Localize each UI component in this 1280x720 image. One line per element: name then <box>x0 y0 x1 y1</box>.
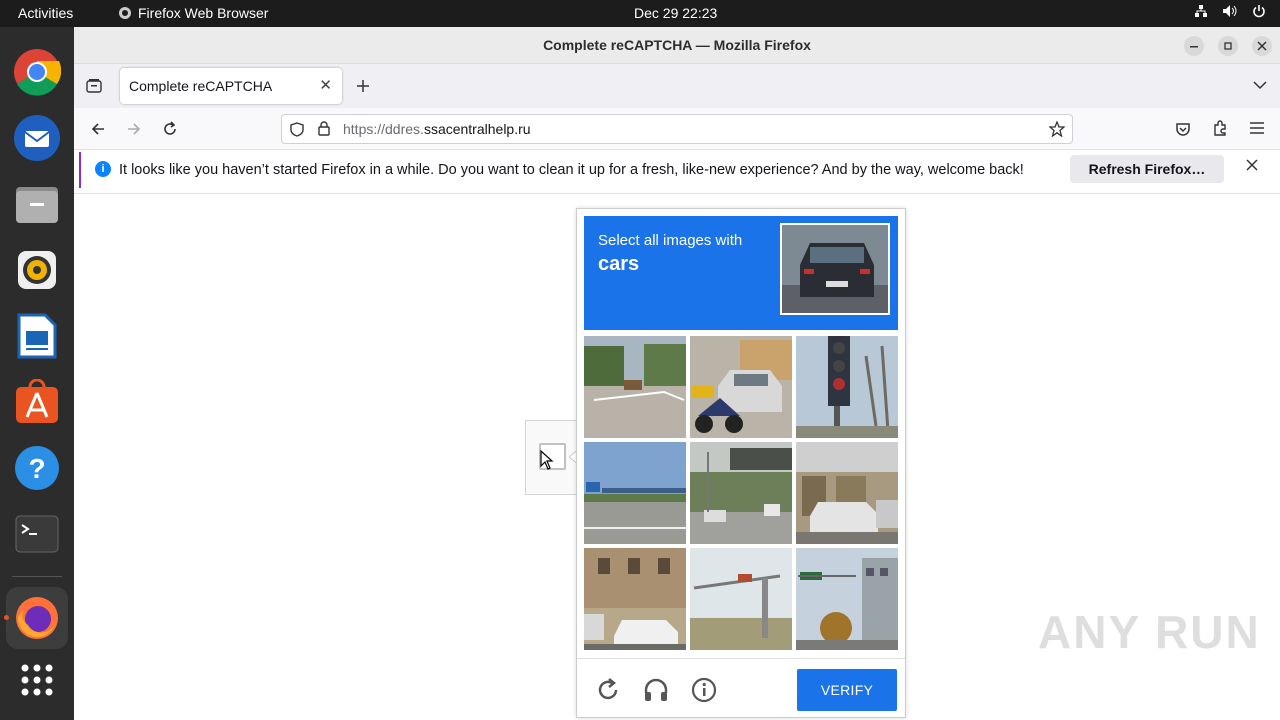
clock[interactable]: Dec 29 22:23 <box>634 5 717 21</box>
active-app-name: Firefox Web Browser <box>138 5 269 21</box>
grid-tile[interactable] <box>796 336 898 438</box>
challenge-target: cars <box>598 253 640 275</box>
firefox-window: Complete reCAPTCHA — Mozilla Firefox Com… <box>74 27 1280 720</box>
tab-complete-recaptcha[interactable]: Complete reCAPTCHA ✕ <box>120 68 342 104</box>
verify-button[interactable]: VERIFY <box>797 669 897 711</box>
url-bar[interactable]: https://ddres.ssacentralhelp.ru <box>281 114 1073 144</box>
info-icon: i <box>95 161 111 177</box>
challenge-header: Select all images with cars <box>584 216 898 330</box>
navigation-toolbar: https://ddres.ssacentralhelp.ru <box>74 108 1280 150</box>
activities-button[interactable]: Activities <box>18 5 73 21</box>
pocket-icon[interactable] <box>1175 121 1191 137</box>
help-icon[interactable]: ? <box>12 443 62 493</box>
grid-tile[interactable] <box>796 442 898 544</box>
firefox-icon <box>119 7 131 19</box>
minimize-button[interactable] <box>1184 36 1204 56</box>
tab-bar: Complete reCAPTCHA ✕ <box>74 64 1280 108</box>
new-tab-icon[interactable] <box>356 79 370 93</box>
url-prefix: https://ddres. <box>343 121 424 137</box>
system-tray[interactable] <box>1194 4 1266 18</box>
power-icon[interactable] <box>1252 4 1266 18</box>
firefox-icon[interactable] <box>6 587 68 649</box>
grid-tile[interactable] <box>584 442 686 544</box>
reload-challenge-icon[interactable] <box>595 677 621 703</box>
window-titlebar[interactable]: Complete reCAPTCHA — Mozilla Firefox <box>74 27 1280 64</box>
mouse-cursor-icon <box>540 450 554 470</box>
firefox-view-icon[interactable] <box>86 78 102 94</box>
tracking-protection-icon[interactable] <box>290 122 304 137</box>
challenge-controls: VERIFY <box>577 658 905 718</box>
app-grid-icon[interactable] <box>12 655 62 705</box>
close-window-button[interactable] <box>1252 36 1272 56</box>
chrome-icon[interactable] <box>12 47 62 97</box>
notification-message: It looks like you haven’t started Firefo… <box>119 162 1024 178</box>
dock: ? <box>0 27 74 720</box>
url-domain: ssacentralhelp.ru <box>423 121 531 137</box>
sample-car-image <box>780 223 890 315</box>
forward-icon[interactable] <box>126 121 142 137</box>
rhythmbox-icon[interactable] <box>12 245 62 295</box>
network-icon[interactable] <box>1194 4 1208 18</box>
app-center-icon[interactable] <box>12 377 62 427</box>
volume-icon[interactable] <box>1222 4 1238 18</box>
dock-separator <box>12 576 62 577</box>
grid-tile[interactable] <box>796 548 898 650</box>
list-all-tabs-icon[interactable] <box>1253 80 1267 90</box>
challenge-instruction: Select all images with <box>598 232 743 249</box>
running-indicator <box>4 615 9 620</box>
grid-tile[interactable] <box>584 336 686 438</box>
active-app-menu[interactable]: Firefox Web Browser <box>118 5 268 21</box>
grid-tile[interactable] <box>690 548 792 650</box>
audio-challenge-icon[interactable] <box>643 677 669 703</box>
thunderbird-icon[interactable] <box>12 113 62 163</box>
lock-icon[interactable] <box>318 121 330 136</box>
anyrun-watermark: ANY RUN <box>1038 606 1261 658</box>
grid-tile[interactable] <box>584 548 686 650</box>
refresh-firefox-button[interactable]: Refresh Firefox… <box>1070 155 1224 183</box>
notification-bar: i It looks like you haven’t started Fire… <box>74 150 1280 194</box>
notification-close-icon[interactable] <box>1246 159 1258 171</box>
grid-tile[interactable] <box>690 442 792 544</box>
reload-icon[interactable] <box>162 121 178 137</box>
tab-close-icon[interactable]: ✕ <box>319 76 332 94</box>
window-title: Complete reCAPTCHA — Mozilla Firefox <box>543 37 811 53</box>
help-info-icon[interactable] <box>691 677 717 703</box>
files-icon[interactable] <box>12 179 62 229</box>
maximize-button[interactable] <box>1218 36 1238 56</box>
system-top-bar: Activities Firefox Web Browser Dec 29 22… <box>0 0 1280 27</box>
image-grid <box>584 336 898 650</box>
notification-accent <box>79 152 81 188</box>
page-content: Select all images with cars VERIFY ANY R… <box>74 195 1280 720</box>
terminal-icon[interactable] <box>12 509 62 559</box>
svg-text:?: ? <box>28 453 45 484</box>
back-icon[interactable] <box>90 121 106 137</box>
writer-icon[interactable] <box>12 311 62 361</box>
bookmark-star-icon[interactable] <box>1049 121 1065 137</box>
extensions-icon[interactable] <box>1212 120 1228 137</box>
tab-label: Complete reCAPTCHA <box>129 78 273 94</box>
url-text[interactable]: https://ddres.ssacentralhelp.ru <box>343 121 531 137</box>
recaptcha-challenge: Select all images with cars VERIFY <box>576 208 906 718</box>
app-menu-icon[interactable] <box>1249 121 1265 135</box>
grid-tile[interactable] <box>690 336 792 438</box>
